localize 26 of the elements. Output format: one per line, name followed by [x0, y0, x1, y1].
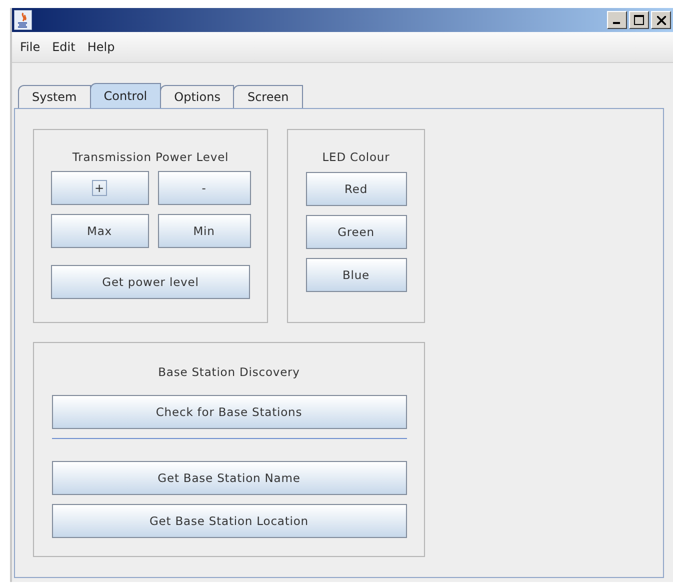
led-colour-button[interactable]: Green	[306, 215, 406, 249]
discovery-button[interactable]: Get Base Station Location	[52, 504, 406, 538]
minimize-button[interactable]	[607, 11, 627, 30]
panel-title: LED Colour	[322, 150, 390, 164]
close-button[interactable]	[651, 11, 671, 30]
power-button[interactable]: +	[50, 171, 148, 205]
app-icon	[14, 10, 32, 30]
panel-title: Transmission Power Level	[72, 150, 229, 164]
discovery-button[interactable]: Get Base Station Name	[52, 461, 406, 495]
maximize-icon	[634, 15, 644, 26]
tab[interactable]: Control	[90, 83, 162, 108]
tab[interactable]: System	[18, 85, 91, 108]
power-button[interactable]: -	[158, 171, 250, 205]
led-colour-button[interactable]: Red	[306, 172, 406, 206]
panel-title: Base Station Discovery	[158, 365, 300, 379]
tab[interactable]: Screen	[233, 85, 303, 108]
maximize-button[interactable]	[629, 11, 649, 30]
menu-item[interactable]: Help	[83, 38, 119, 56]
menu-item[interactable]: Edit	[48, 38, 80, 56]
led-colour-button[interactable]: Blue	[306, 258, 406, 292]
menu-item[interactable]: File	[16, 38, 44, 56]
power-button[interactable]: Max	[50, 214, 148, 248]
discovery-button[interactable]: Check for Base Stations	[52, 395, 406, 429]
get-power-level-button[interactable]: Get power level	[51, 265, 250, 299]
power-button[interactable]: Min	[158, 214, 250, 248]
close-icon	[656, 16, 666, 25]
